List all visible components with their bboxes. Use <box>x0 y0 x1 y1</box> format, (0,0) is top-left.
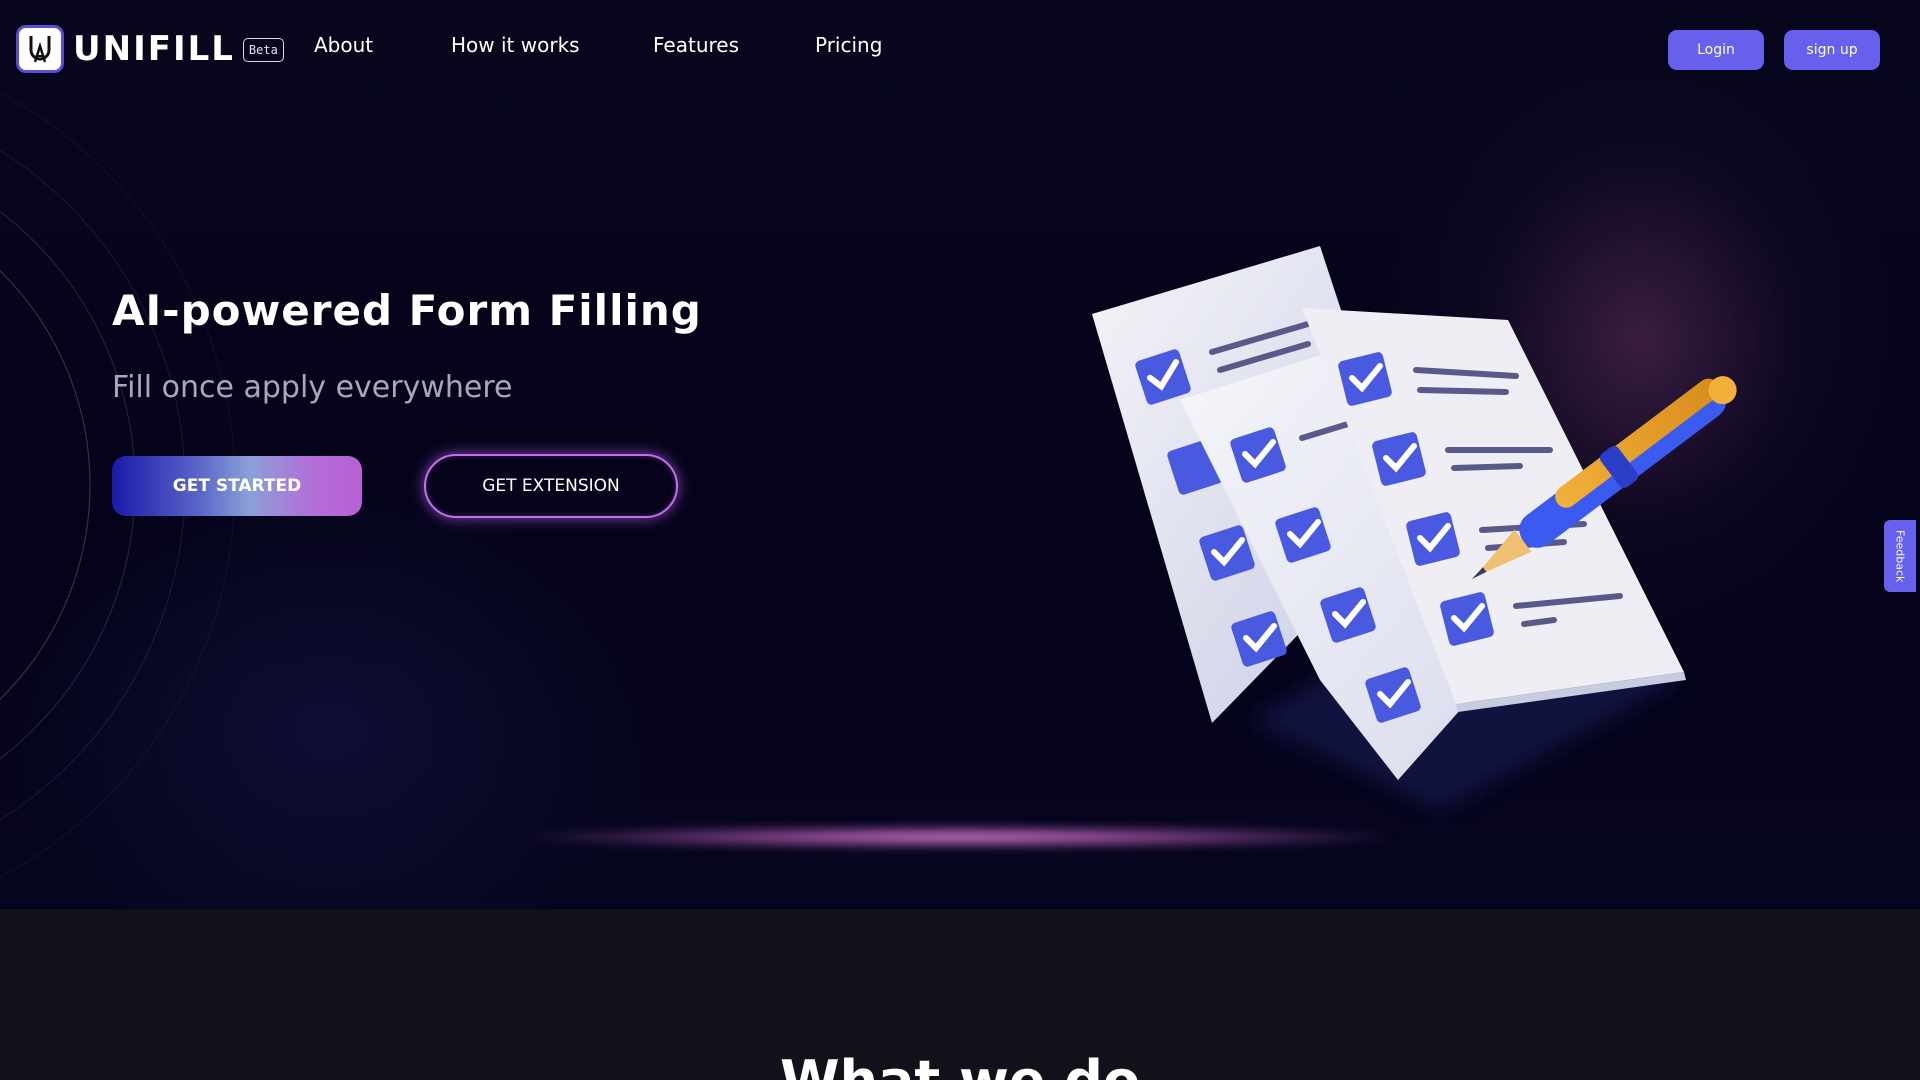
floor-glow <box>530 826 1390 848</box>
logo-text: UNIFILL <box>73 29 235 69</box>
get-started-button[interactable]: GET STARTED <box>112 456 362 516</box>
nav-link-how-it-works[interactable]: How it works <box>451 33 580 57</box>
section-title: What we do <box>0 1049 1920 1080</box>
what-we-do-section: What we do <box>0 909 1920 1080</box>
nav-link-features[interactable]: Features <box>653 33 739 57</box>
hero-title: AI-powered Form Filling <box>112 286 702 335</box>
feedback-label: Feedback <box>1893 529 1907 583</box>
checklist-documents-pen-illustration <box>1092 246 1737 810</box>
get-extension-button[interactable]: GET EXTENSION <box>424 454 678 518</box>
feedback-tab[interactable]: Feedback <box>1884 520 1916 592</box>
top-navbar: UNIFILL Beta About How it works Features… <box>0 0 1920 100</box>
unifill-logo-icon <box>16 25 64 73</box>
signup-button[interactable]: sign up <box>1784 30 1880 70</box>
nav-link-about[interactable]: About <box>314 33 373 57</box>
login-button[interactable]: Login <box>1668 30 1764 70</box>
logo[interactable]: UNIFILL Beta <box>16 25 284 73</box>
hero-subtitle: Fill once apply everywhere <box>112 370 513 405</box>
hero-section <box>0 0 1920 909</box>
beta-badge: Beta <box>242 38 284 62</box>
nav-link-pricing[interactable]: Pricing <box>815 33 882 57</box>
